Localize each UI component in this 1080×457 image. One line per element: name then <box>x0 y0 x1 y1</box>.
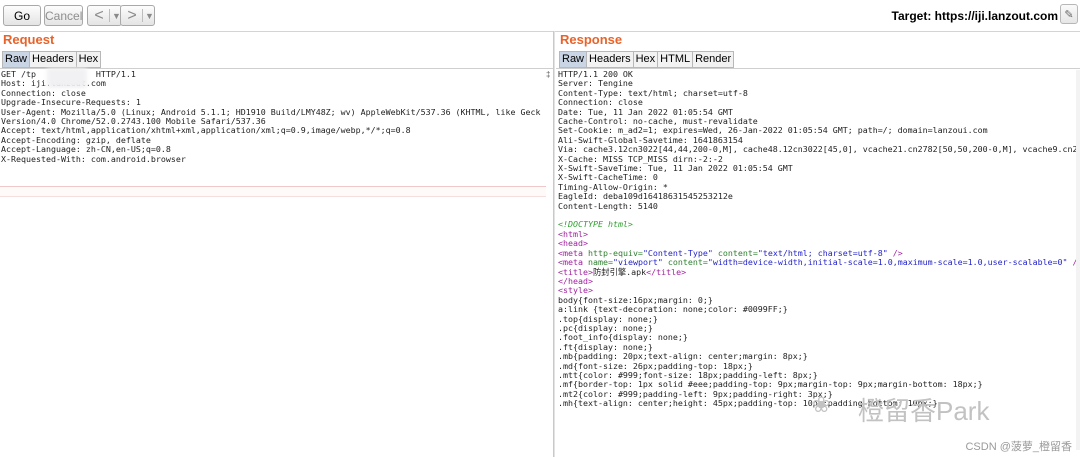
tab-hex[interactable]: Hex <box>632 51 659 68</box>
title-tag-line: <title>防封引擎.apk</title> <box>558 266 1078 277</box>
response-header-line: Content-Length: 5140 <box>558 200 658 211</box>
request-line: X-Requested-With: com.android.browser <box>1 153 186 164</box>
doctype-line: <!DOCTYPE html> <box>558 219 633 230</box>
button-separator <box>142 9 143 22</box>
pane-splitter[interactable] <box>553 31 555 457</box>
tab-raw[interactable]: Raw <box>2 51 31 68</box>
tab-headers[interactable]: Headers <box>29 51 77 68</box>
title-text: 防封引擎.apk <box>592 266 647 277</box>
redacted-path <box>47 68 87 88</box>
watermark-text: 橙留香Park <box>858 396 990 426</box>
toolbar: Go Cancel < ▼ > ▼ Target: https://iji.la… <box>0 0 1080 31</box>
button-separator <box>109 9 110 22</box>
toolbar-divider <box>0 31 1080 32</box>
pencil-icon[interactable]: ✎ <box>1060 4 1078 24</box>
csdn-credit: CSDN @菠萝_橙留香 <box>965 441 1072 453</box>
chevron-left-icon: < <box>94 7 104 24</box>
response-header-line: HTTP/1.1 200 OK <box>558 70 633 79</box>
tab-html[interactable]: HTML <box>657 51 694 68</box>
html-tag-line: <html> <box>558 228 588 239</box>
request-tabs: Raw Headers Hex <box>2 51 102 68</box>
response-tabs: Raw Headers Hex HTML Render <box>559 51 735 68</box>
response-tab-underline <box>556 68 1080 69</box>
target-label: Target: https://iji.lanzout.com <box>891 9 1058 23</box>
chevron-right-icon: > <box>127 7 137 24</box>
wechat-logo-icon: ❀ <box>812 392 831 417</box>
dropdown-arrow-icon[interactable]: ▼ <box>145 6 154 26</box>
back-button[interactable]: < ▼ <box>87 5 122 26</box>
request-title: Request <box>3 32 55 47</box>
tab-raw[interactable]: Raw <box>559 51 588 68</box>
tab-render[interactable]: Render <box>692 51 735 68</box>
tab-headers[interactable]: Headers <box>586 51 634 68</box>
forward-button[interactable]: > ▼ <box>120 5 155 26</box>
response-scrollbar[interactable] <box>1076 70 1080 450</box>
response-viewer[interactable]: HTTP/1.1 200 OK Server: Tengine Content-Ty… <box>558 70 1078 409</box>
scroll-marker-icon: ‡ <box>546 70 551 79</box>
cancel-button[interactable]: Cancel <box>44 5 83 26</box>
tab-hex[interactable]: Hex <box>75 51 102 68</box>
head-close-line: </head> <box>558 275 593 286</box>
go-button[interactable]: Go <box>3 5 41 26</box>
response-title: Response <box>560 32 623 47</box>
cursor-line-highlight <box>0 186 546 197</box>
tag-token: </title> <box>646 266 687 277</box>
value-token: "width=device-width,initial-scale=1.0,ma… <box>707 257 1068 268</box>
